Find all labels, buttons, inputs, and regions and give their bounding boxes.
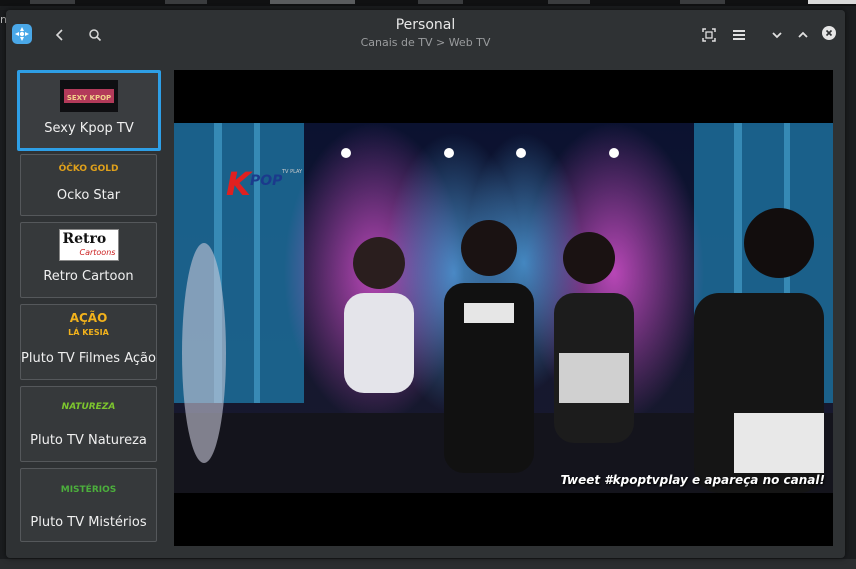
channel-label: Sexy Kpop TV: [44, 121, 134, 136]
desktop-bottom-bar: [0, 559, 856, 569]
fullscreen-icon: [702, 28, 716, 42]
desktop-tab: [418, 0, 463, 4]
channel-label: Pluto TV Filmes Ação: [21, 351, 156, 366]
channel-label: Retro Cartoon: [43, 269, 134, 284]
natureza-logo: NATUREZA: [61, 402, 116, 412]
chevron-down-icon: [772, 32, 782, 39]
misterios-logo: MISTÉRIOS: [60, 485, 117, 495]
acao-logo: AÇÃO LÁ KESIA: [68, 311, 109, 337]
desktop-tab: [165, 0, 207, 4]
video-overlay-caption: Tweet #kpoptvplay e apareça no canal!: [560, 473, 825, 487]
menu-button[interactable]: [728, 24, 750, 46]
sexy-kpop-logo-icon: SEXY KPOP: [60, 80, 118, 112]
svg-text:K: K: [226, 165, 253, 203]
channel-item-retro-cartoon[interactable]: Retro Cartoons Retro Cartoon: [20, 222, 157, 298]
channel-item-sexy-kpop-tv[interactable]: SEXY KPOP Sexy Kpop TV: [17, 70, 161, 151]
desktop-tab: [548, 0, 590, 4]
channel-label: Ocko Star: [56, 188, 121, 203]
desktop-tab: [680, 0, 725, 4]
svg-text:SEXY KPOP: SEXY KPOP: [67, 94, 111, 102]
close-button[interactable]: [822, 26, 836, 40]
ocko-gold-logo: ÓČKO GOLD: [58, 164, 119, 174]
channel-logo: SEXY KPOP: [60, 80, 118, 112]
fullscreen-button[interactable]: [698, 24, 720, 46]
app-window: Personal Canais de TV > Web TV SEXY KPOP…: [6, 10, 845, 558]
desktop-tab: [30, 0, 75, 4]
maximize-button[interactable]: [792, 24, 814, 46]
channel-item-pluto-tv-filmes-acao[interactable]: AÇÃO LÁ KESIA Pluto TV Filmes Ação: [20, 304, 157, 380]
channel-item-ocko-star[interactable]: ÓČKO GOLD Ocko Star: [20, 154, 157, 216]
channel-label: Pluto TV Natureza: [30, 433, 147, 448]
svg-text:POP: POP: [250, 173, 283, 189]
desktop-tab: [270, 0, 355, 4]
minimize-button[interactable]: [766, 24, 788, 46]
video-scene-image: K POP TV PLAY: [174, 123, 833, 493]
desktop-top-bar: [0, 0, 856, 6]
hamburger-menu-icon: [733, 30, 745, 40]
title-bar: Personal Canais de TV > Web TV: [6, 10, 845, 60]
chevron-up-icon: [798, 31, 808, 38]
video-frame[interactable]: K POP TV PLAY Tweet #kpoptvplay e apareç…: [174, 123, 833, 493]
video-player[interactable]: K POP TV PLAY Tweet #kpoptvplay e apareç…: [174, 70, 833, 546]
desktop-tab: [808, 0, 856, 4]
retro-cartoons-logo: Retro Cartoons: [58, 229, 119, 261]
channel-item-pluto-tv-natureza[interactable]: NATUREZA Pluto TV Natureza: [20, 386, 157, 462]
close-icon: [825, 29, 833, 37]
channel-item-pluto-tv-misterios[interactable]: MISTÉRIOS Pluto TV Mistérios: [20, 468, 157, 542]
channel-label: Pluto TV Mistérios: [30, 515, 147, 530]
svg-text:TV PLAY: TV PLAY: [281, 169, 303, 175]
